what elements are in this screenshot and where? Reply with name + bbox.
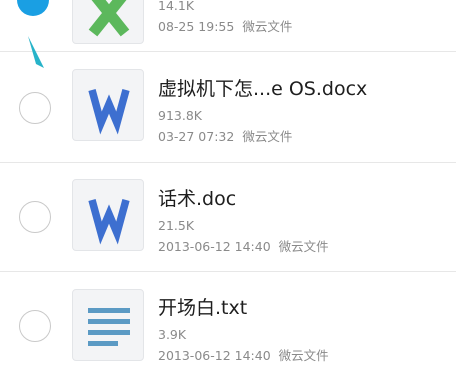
file-thumbnail [72, 0, 144, 44]
file-size: 21.5K [158, 218, 195, 233]
file-name: 开场白.txt [158, 297, 248, 319]
file-thumbnail [72, 289, 144, 361]
select-checkbox[interactable] [19, 201, 51, 233]
wps-word-icon [88, 89, 130, 135]
file-date: 2013-06-12 14:40 [158, 239, 271, 254]
file-size: 14.1K [158, 0, 195, 13]
file-row[interactable]: 虚拟机下怎...e OS.docx 913.8K 03-27 07:32 微云文件 [0, 52, 456, 162]
file-source: 微云文件 [278, 348, 329, 363]
file-date: 2013-06-12 14:40 [158, 348, 271, 363]
file-thumbnail [72, 69, 144, 141]
file-row[interactable]: 话术.doc 21.5K 2013-06-12 14:40 微云文件 [0, 163, 456, 271]
select-checkbox[interactable] [19, 310, 51, 342]
excel-icon [88, 0, 130, 37]
file-source: 微云文件 [242, 129, 293, 144]
select-checkbox[interactable] [19, 92, 51, 124]
file-list: 14.1K 08-25 19:55 微云文件 虚拟机下怎...e OS.docx … [0, 0, 456, 374]
file-meta: 2013-06-12 14:40 微云文件 [158, 236, 329, 255]
file-name: 话术.doc [158, 188, 237, 210]
file-source: 微云文件 [278, 239, 329, 254]
wps-word-icon [88, 199, 130, 245]
selected-checkbox[interactable] [17, 0, 49, 16]
file-row[interactable]: 14.1K 08-25 19:55 微云文件 [0, 0, 456, 52]
file-size: 3.9K [158, 327, 187, 342]
file-size: 913.8K [158, 108, 202, 123]
file-name: 虚拟机下怎...e OS.docx [158, 78, 368, 100]
file-row[interactable]: 开场白.txt 3.9K 2013-06-12 14:40 微云文件 [0, 272, 456, 374]
file-source: 微云文件 [242, 19, 293, 34]
file-meta: 2013-06-12 14:40 微云文件 [158, 345, 329, 364]
text-file-icon [88, 308, 130, 346]
file-meta: 03-27 07:32 微云文件 [158, 126, 292, 145]
file-thumbnail [72, 179, 144, 251]
file-meta: 08-25 19:55 微云文件 [158, 16, 292, 35]
file-date: 08-25 19:55 [158, 19, 235, 34]
file-date: 03-27 07:32 [158, 129, 235, 144]
